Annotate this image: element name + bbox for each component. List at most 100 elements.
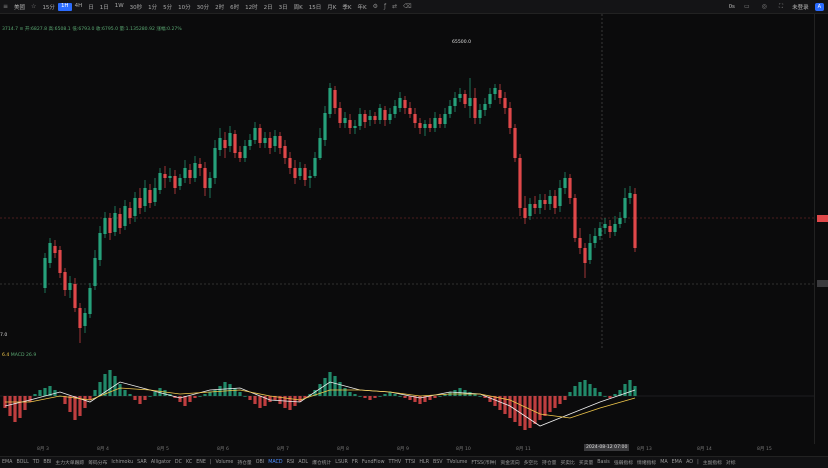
timeframe-13[interactable]: 12时 [242,3,261,11]
indicator-bar: EMA BOLL TD BBI 主力大单跟踪 筹码分布 Ichimoku SAR Alligat… [0,456,828,468]
indicator-6[interactable]: Ichimoku [109,460,135,465]
timeframe-4[interactable]: 1日 [97,3,112,11]
timeframe-1[interactable]: 1H [57,2,72,11]
timeframe-19[interactable]: 季K [339,3,354,11]
timeframe-8[interactable]: 5分 [160,3,175,11]
timeframe-11[interactable]: 2时 [212,3,227,11]
macd-bar-108 [543,396,547,416]
candle-55 [318,128,322,160]
indicator-31[interactable]: 持仓量 [540,459,558,466]
candle-96 [523,196,527,224]
indicator-33[interactable]: 买卖量 [577,459,595,466]
timeframe-5[interactable]: 1W [112,3,127,11]
fullscreen-icon[interactable]: ⛶ [776,3,786,11]
candle-101 [548,190,552,210]
indicator-29[interactable]: 资金流向 [498,459,521,466]
indicator-39[interactable]: AO [684,460,695,465]
window-icon[interactable]: ▭ [741,3,753,10]
indicator-23[interactable]: TTHV [387,460,404,465]
candle-body [243,146,247,158]
timeframe-6[interactable]: 30秒 [127,3,146,11]
candle-104 [563,172,567,194]
macd-bar-48 [243,396,247,397]
indicator-5[interactable]: 筹码分布 [86,459,109,466]
indicator-22[interactable]: FundFlow [360,460,387,465]
indicator-35[interactable]: 强弱指标 [612,459,635,466]
indicator-16[interactable]: MACD [266,460,284,465]
indicator-34[interactable]: Basis [595,460,612,465]
indicator-7[interactable]: SAR [135,460,149,465]
indicator-21[interactable]: FR [350,460,360,465]
candle-body [148,190,152,203]
delete-icon[interactable]: ⌫ [400,3,414,10]
indicator-19[interactable]: 爆仓统计 [310,459,333,466]
user-badge[interactable]: A [814,2,824,11]
indicator-37[interactable]: MA [658,460,669,465]
indicator-8[interactable]: Alligator [149,460,173,465]
indicator-14[interactable]: 持仓量 [235,459,253,466]
timeframe-9[interactable]: 10分 [175,3,194,11]
timeframe-2[interactable]: 4H [72,3,86,11]
indicator-1[interactable]: BOLL [14,460,30,465]
indicator-10[interactable]: KC [184,460,194,465]
price-chart[interactable] [0,14,814,349]
symbol-selector[interactable]: 美國 [11,3,28,11]
indicator-11[interactable]: ENE [194,460,208,465]
indicator-20[interactable]: LSUR [333,460,350,465]
indicator-28[interactable]: FTSS(币种) [469,459,498,466]
indicator-9[interactable]: DC [173,460,184,465]
indicator-27[interactable]: TVolume [445,460,470,465]
indicator-13[interactable]: Volume [213,460,235,465]
price-axis[interactable] [814,14,828,444]
candle-30 [193,156,197,182]
candle-48 [283,140,287,164]
timeframe-10[interactable]: 30分 [194,3,213,11]
candle-body [523,208,527,218]
indicator-icon[interactable]: ƒ [381,3,389,10]
candle-31 [198,158,202,176]
timeframe-17[interactable]: 15日 [306,3,325,11]
candle-9 [88,283,92,318]
timeframe-3[interactable]: 日 [85,3,97,11]
camera-icon[interactable]: ◎ [759,3,770,10]
macd-chart[interactable] [0,350,814,444]
candle-79 [438,114,442,128]
time-axis[interactable]: 8月 3 8月 4 8月 5 8月 6 8月 7 8月 8 8月 9 8月 10 8月 11 8月… [0,444,828,453]
indicator-18[interactable]: ADL [296,460,310,465]
indicator-36[interactable]: 情绪指标 [635,459,658,466]
indicator-3[interactable]: BBI [41,460,53,465]
indicator-32[interactable]: 买卖比 [558,459,576,466]
timeframe-15[interactable]: 3日 [276,3,291,11]
indicator-15[interactable]: OBI [254,460,266,465]
timeframe-14[interactable]: 2日 [261,3,276,11]
time-tick-2: 8月 5 [157,447,169,452]
timeframe-0[interactable]: 15分 [39,3,58,11]
indicator-17[interactable]: RSI [285,460,297,465]
login-status[interactable]: 未登录 [792,3,809,11]
macd-bar-19 [98,382,102,396]
candle-71 [398,92,402,112]
timeframe-18[interactable]: 月K [324,3,339,11]
settings-icon[interactable]: ⚙ [370,3,381,10]
timeframe-20[interactable]: 年K [355,3,370,11]
candle-97 [528,198,532,220]
indicator-38[interactable]: EMA [670,460,684,465]
indicator-30[interactable]: 多空比 [522,459,540,466]
indicator-26[interactable]: BSV [431,460,445,465]
indicator-24[interactable]: TTSI [403,460,417,465]
timeframe-7[interactable]: 1分 [145,3,160,11]
indicator-41[interactable]: 主副指标 [701,459,724,466]
indicator-42[interactable]: 对标 [724,459,738,466]
star-icon[interactable]: ☆ [28,3,39,10]
indicator-4[interactable]: 主力大单跟踪 [53,459,86,466]
timeframe-12[interactable]: 6时 [227,3,242,11]
indicator-25[interactable]: HLR [417,460,431,465]
compare-icon[interactable]: ⇄ [389,3,400,10]
timeframe-16[interactable]: 周K [291,3,306,11]
indicator-2[interactable]: TD [31,460,42,465]
candle-88 [483,98,487,116]
indicator-0[interactable]: EMA [0,460,14,465]
candle-112 [603,218,607,234]
menu-icon[interactable]: ≡ [0,3,11,10]
top-toolbar: ≡ 美國 ☆ 15分 1H 4H 日 1日 1W 30秒 1分 5分 10分 30分 2时 6时 12时 2… [0,0,828,14]
